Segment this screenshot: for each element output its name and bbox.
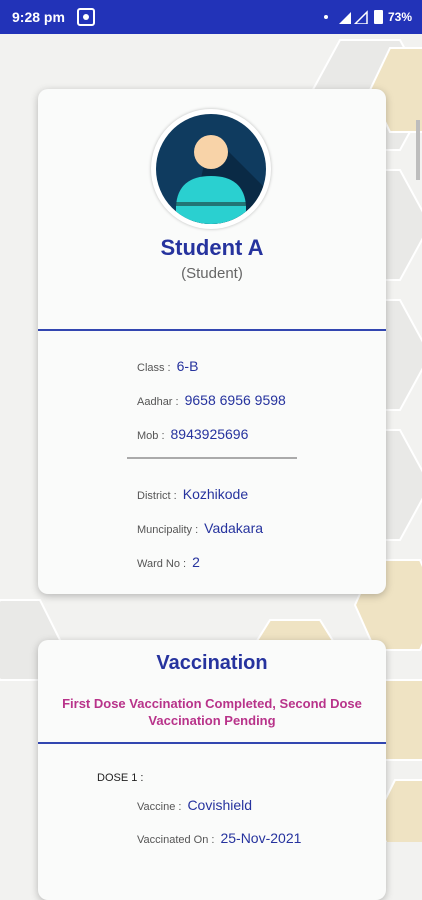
battery-icon bbox=[373, 10, 383, 24]
vaccinated-on-row: Vaccinated On : 25-Nov-2021 bbox=[137, 830, 301, 846]
screen-record-icon bbox=[76, 8, 95, 26]
divider bbox=[38, 742, 386, 744]
mobile-value: 8943925696 bbox=[170, 426, 249, 442]
profile-card: Student A (Student) Class : 6-B Aadhar :… bbox=[38, 89, 386, 594]
district-label: District : bbox=[137, 490, 177, 502]
vaccine-row: Vaccine : Covishield bbox=[137, 797, 252, 813]
mobile-row: Mob : 8943925696 bbox=[137, 426, 248, 442]
divider bbox=[38, 329, 386, 331]
battery-percent: 73% bbox=[387, 10, 412, 24]
vaccination-title: Vaccination bbox=[156, 652, 268, 674]
notification-dot-icon bbox=[323, 15, 328, 19]
vaccination-status: First Dose Vaccination Completed, Second… bbox=[62, 696, 362, 728]
status-icons: 73% bbox=[323, 10, 412, 24]
status-time: 9:28 pm bbox=[12, 9, 65, 25]
municipality-label: Muncipality : bbox=[137, 524, 199, 536]
class-label: Class : bbox=[137, 362, 171, 374]
user-avatar-icon bbox=[156, 114, 266, 224]
municipality-row: Muncipality : Vadakara bbox=[137, 520, 263, 536]
aadhar-row: Aadhar : 9658 6956 9598 bbox=[137, 392, 286, 408]
ward-value: 2 bbox=[192, 554, 200, 570]
municipality-value: Vadakara bbox=[204, 520, 264, 536]
vaccinated-on-value: 25-Nov-2021 bbox=[220, 830, 302, 846]
vaccination-card: Vaccination First Dose Vaccination Compl… bbox=[38, 640, 386, 900]
student-role: (Student) bbox=[181, 265, 243, 282]
vaccine-label: Vaccine : bbox=[137, 801, 182, 813]
student-name: Student A bbox=[160, 235, 264, 260]
vaccine-value: Covishield bbox=[187, 797, 253, 813]
district-value: Kozhikode bbox=[182, 486, 249, 502]
signal-icon bbox=[338, 10, 368, 24]
vaccinated-on-label: Vaccinated On : bbox=[137, 834, 215, 846]
ward-label: Ward No : bbox=[137, 558, 187, 570]
divider bbox=[127, 457, 297, 459]
class-value: 6-B bbox=[176, 358, 199, 374]
aadhar-value: 9658 6956 9598 bbox=[184, 392, 286, 408]
mobile-label: Mob : bbox=[137, 430, 165, 442]
dose-label: DOSE 1 : bbox=[97, 772, 144, 784]
aadhar-label: Aadhar : bbox=[137, 396, 179, 408]
district-row: District : Kozhikode bbox=[137, 486, 248, 502]
avatar bbox=[151, 109, 271, 229]
status-bar: 9:28 pm 73% bbox=[0, 0, 422, 34]
class-row: Class : 6-B bbox=[137, 358, 198, 374]
ward-row: Ward No : 2 bbox=[137, 554, 200, 570]
